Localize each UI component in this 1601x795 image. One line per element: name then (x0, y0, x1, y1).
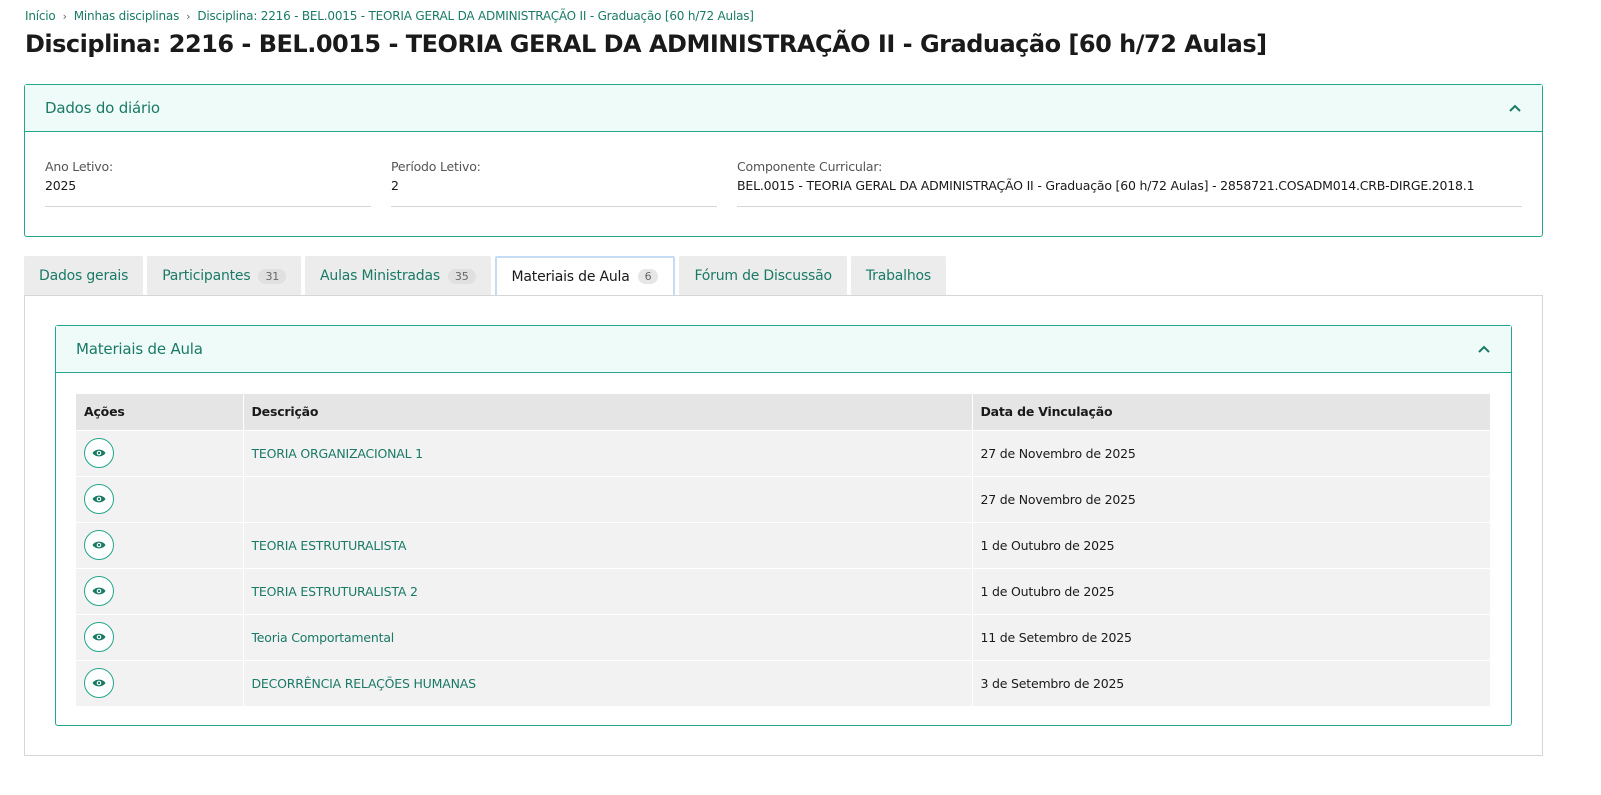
periodo-letivo-value: 2 (391, 178, 399, 193)
tab-materiais-de-aula[interactable]: Materiais de Aula 6 (494, 256, 676, 297)
row-data: 27 de Novembro de 2025 (972, 429, 1491, 476)
view-button[interactable] (84, 622, 114, 652)
eye-icon (92, 584, 106, 599)
view-button[interactable] (84, 530, 114, 560)
tab-label: Materiais de Aula (511, 268, 630, 285)
col-acoes: Ações (76, 394, 244, 430)
row-data: 27 de Novembro de 2025 (972, 475, 1491, 522)
dados-diario-title: Dados do diário (45, 99, 160, 117)
tab-aulas-ministradas[interactable]: Aulas Ministradas 35 (305, 256, 491, 296)
dados-diario-fields: Ano Letivo: 2025 Período Letivo: 2 Compo… (25, 132, 1542, 237)
chevron-right-icon: › (186, 9, 191, 23)
ano-letivo-value: 2025 (45, 178, 77, 193)
ano-letivo-field: Ano Letivo: 2025 (45, 159, 371, 207)
eye-icon (92, 538, 106, 553)
row-descricao[interactable]: TEORIA ESTRUTURALISTA (243, 521, 973, 568)
componente-curricular-field: Componente Curricular: BEL.0015 - TEORIA… (737, 159, 1522, 207)
row-actions-cell (76, 475, 244, 522)
materiais-header[interactable]: Materiais de Aula (56, 326, 1511, 373)
tab-participantes[interactable]: Participantes 31 (147, 256, 302, 296)
breadcrumb-minhas-disciplinas[interactable]: Minhas disciplinas (74, 9, 180, 23)
breadcrumb: Início › Minhas disciplinas › Disciplina… (25, 9, 754, 23)
view-button[interactable] (84, 576, 114, 606)
tab-dados-gerais[interactable]: Dados gerais (24, 256, 144, 296)
eye-icon (92, 492, 106, 507)
tab-label: Dados gerais (39, 268, 129, 284)
table-row: TEORIA ESTRUTURALISTA 1 de Outubro de 202… (76, 521, 1491, 568)
row-descricao[interactable]: TEORIA ORGANIZACIONAL 1 (243, 429, 973, 476)
periodo-letivo-label: Período Letivo: (391, 159, 481, 174)
tab-label: Trabalhos (865, 268, 932, 284)
eye-icon (92, 446, 106, 461)
row-descricao[interactable]: Teoria Comportamental (243, 613, 973, 660)
row-actions-cell (76, 659, 244, 706)
count-badge: 6 (637, 269, 659, 284)
view-button[interactable] (84, 668, 114, 699)
col-data-vinculacao: Data de Vinculação (972, 394, 1491, 430)
componente-curricular-label: Componente Curricular: (737, 159, 883, 174)
page-title: Disciplina: 2216 - BEL.0015 - TEORIA GER… (25, 30, 1267, 58)
row-actions-cell (76, 521, 244, 568)
chevron-up-icon[interactable] (1508, 101, 1522, 115)
row-data: 1 de Outubro de 2025 (972, 567, 1491, 614)
table-row: TEORIA ESTRUTURALISTA 21 de Outubro de 2… (76, 567, 1491, 614)
row-descricao[interactable]: TEORIA ESTRUTURALISTA 2 (243, 567, 973, 614)
tab-forum-de-discussao[interactable]: Fórum de Discussão (679, 256, 847, 296)
tab-label: Fórum de Discussão (694, 268, 832, 284)
breadcrumb-disciplina[interactable]: Disciplina: 2216 - BEL.0015 - TEORIA GER… (197, 9, 754, 23)
row-data: 3 de Setembro de 2025 (972, 659, 1491, 706)
table-header-row: Ações Descrição Data de Vinculação (76, 394, 1491, 430)
table-row: TEORIA ORGANIZACIONAL 1 27 de Novembro de… (76, 429, 1491, 476)
col-descricao: Descrição (243, 394, 973, 430)
eye-icon (92, 630, 106, 645)
view-button[interactable] (84, 438, 114, 468)
ano-letivo-label: Ano Letivo: (45, 159, 113, 174)
dados-diario-header[interactable]: Dados do diário (25, 85, 1542, 132)
view-button[interactable] (84, 484, 114, 514)
breadcrumb-inicio[interactable]: Início (25, 9, 56, 23)
table-row: 27 de Novembro de 2025 (76, 475, 1491, 522)
tab-bar: Dados gerais Participantes 31 Aulas Mini… (24, 256, 950, 297)
row-descricao[interactable]: DECORRÊNCIA RELAÇÕES HUMANAS (243, 659, 973, 706)
periodo-letivo-field: Período Letivo: 2 (391, 159, 717, 207)
eye-icon (92, 676, 106, 691)
tab-label: Participantes (162, 268, 251, 284)
tab-content: Materiais de Aula Ações Descrição Data d… (24, 295, 1543, 756)
row-data: 1 de Outubro de 2025 (972, 521, 1491, 568)
chevron-right-icon: › (62, 9, 67, 23)
chevron-up-icon[interactable] (1477, 342, 1491, 356)
row-actions-cell (76, 567, 244, 614)
row-data: 11 de Setembro de 2025 (972, 613, 1491, 660)
count-badge: 31 (258, 268, 287, 284)
materiais-title: Materiais de Aula (76, 340, 203, 358)
dados-diario-panel: Dados do diário Ano Letivo: 2025 Período… (24, 84, 1543, 237)
row-actions-cell (76, 613, 244, 660)
materiais-panel: Materiais de Aula Ações Descrição Data d… (55, 325, 1512, 726)
materiais-table: Ações Descrição Data de Vinculação TEORI… (76, 394, 1491, 706)
table-row: DECORRÊNCIA RELAÇÕES HUMANAS 3 de Setembr… (76, 659, 1491, 706)
tab-trabalhos[interactable]: Trabalhos (850, 256, 947, 296)
componente-curricular-value: BEL.0015 - TEORIA GERAL DA ADMINISTRAÇÃO… (737, 178, 1475, 193)
row-actions-cell (76, 429, 244, 476)
row-descricao[interactable] (243, 475, 973, 522)
table-row: Teoria Comportamental 11 de Setembro de 2… (76, 613, 1491, 660)
count-badge: 35 (447, 268, 476, 284)
tab-label: Aulas Ministradas (320, 268, 440, 284)
